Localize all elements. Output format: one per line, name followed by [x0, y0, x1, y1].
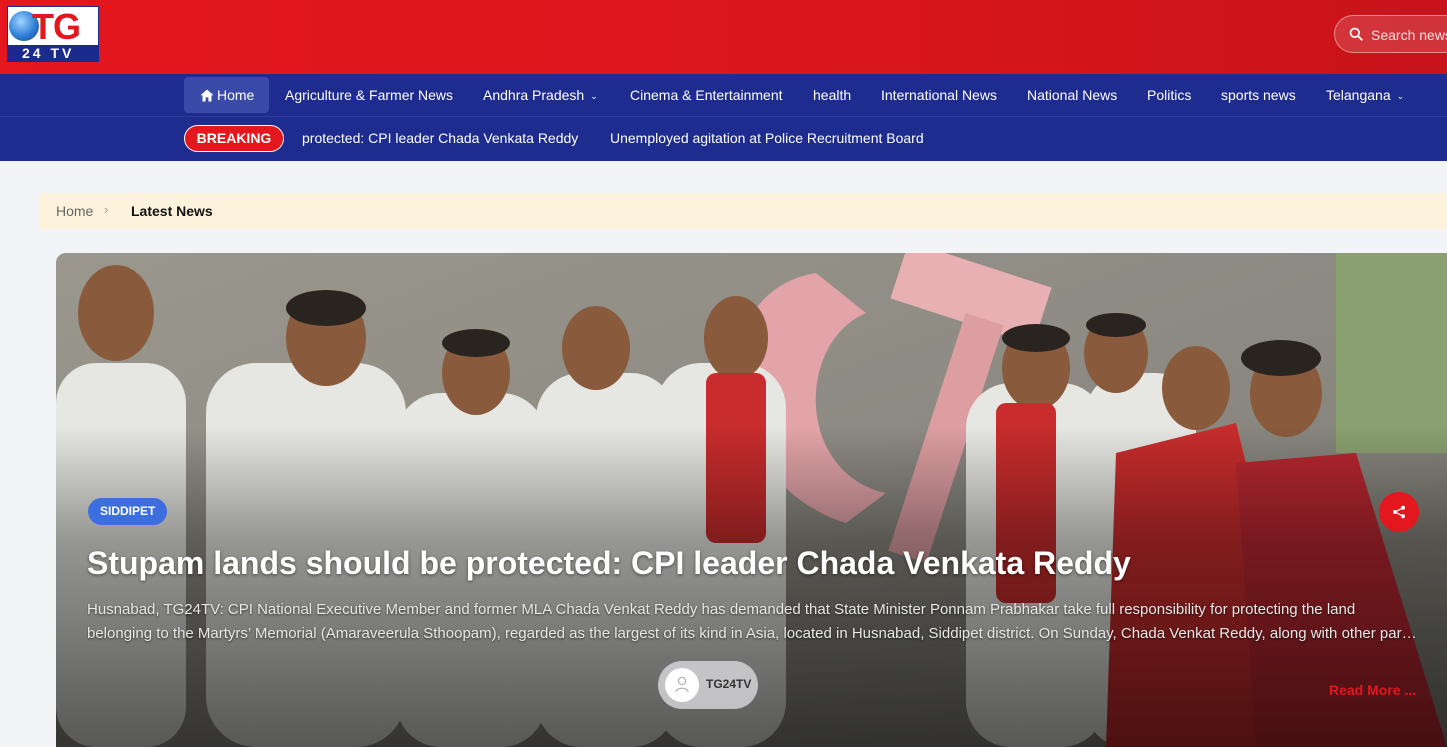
nav-item-label: Cinema & Entertainment [630, 87, 783, 103]
share-icon [1393, 505, 1405, 519]
site-logo[interactable]: TG 24 TV [7, 6, 99, 62]
nav-item-label: sports news [1221, 87, 1296, 103]
search-input[interactable] [1371, 24, 1447, 46]
breadcrumb-current: Latest News [131, 203, 213, 219]
nav-item-telangana[interactable]: Telangana ⌄ [1326, 77, 1404, 113]
nav-item-label: Telangana [1326, 87, 1391, 103]
nav-item-national[interactable]: National News [1027, 77, 1117, 113]
hero-article[interactable]: SIDDIPET Stupam lands should be protecte… [56, 253, 1447, 747]
breadcrumb-home-link[interactable]: Home [56, 203, 93, 219]
breaking-item[interactable]: protected: CPI leader Chada Venkata Redd… [302, 130, 578, 146]
nav-item-andhra-pradesh[interactable]: Andhra Pradesh ⌄ [483, 77, 598, 113]
nav-item-label: Andhra Pradesh [483, 87, 585, 103]
nav-item-politics[interactable]: Politics [1147, 77, 1191, 113]
chevron-right-icon: › [104, 202, 109, 217]
share-button[interactable] [1379, 492, 1419, 532]
nav-item-agriculture[interactable]: Agriculture & Farmer News [285, 77, 453, 113]
nav-item-sports[interactable]: sports news [1221, 77, 1296, 113]
nav-item-label: International News [881, 87, 997, 103]
chevron-down-icon: ⌄ [590, 91, 598, 101]
read-more-link[interactable]: Read More ... [1329, 682, 1416, 698]
search-box[interactable] [1334, 15, 1447, 53]
chevron-down-icon: ⌄ [1396, 91, 1405, 101]
top-header: TG 24 TV [0, 0, 1447, 74]
author-chip[interactable]: TG24TV [658, 661, 758, 709]
search-icon [1349, 27, 1363, 41]
nav-item-international[interactable]: International News [881, 77, 997, 113]
logo-sub-text: 24 TV [22, 45, 75, 61]
avatar [665, 668, 699, 702]
user-icon [675, 676, 689, 693]
nav-item-label: National News [1027, 87, 1118, 103]
article-excerpt: Husnabad, TG24TV: CPI National Executive… [87, 601, 1414, 642]
home-icon [200, 89, 214, 102]
nav-item-health[interactable]: health [813, 77, 851, 113]
breaking-item[interactable]: Unemployed agitation at Police Recruitme… [610, 130, 924, 146]
author-name: TG24TV [706, 677, 752, 691]
nav-item-label: Politics [1147, 87, 1192, 103]
nav-item-label: Agriculture & Farmer News [285, 87, 454, 103]
breaking-news-bar: BREAKING protected: CPI leader Chada Ven… [0, 116, 1447, 161]
nav-item-label: health [813, 87, 852, 103]
article-title[interactable]: Stupam lands should be protected: CPI le… [87, 543, 1427, 583]
nav-item-cinema[interactable]: Cinema & Entertainment [630, 77, 783, 113]
nav-item-home[interactable]: Home [184, 77, 269, 113]
main-nav: Home Agriculture & Farmer News Andhra Pr… [0, 74, 1447, 116]
logo-main-text: TG [32, 6, 81, 47]
nav-item-label: Home [217, 87, 255, 103]
breaking-badge: BREAKING [184, 125, 284, 152]
category-badge[interactable]: SIDDIPET [88, 498, 168, 525]
breadcrumb: Home › Latest News [40, 193, 1447, 229]
